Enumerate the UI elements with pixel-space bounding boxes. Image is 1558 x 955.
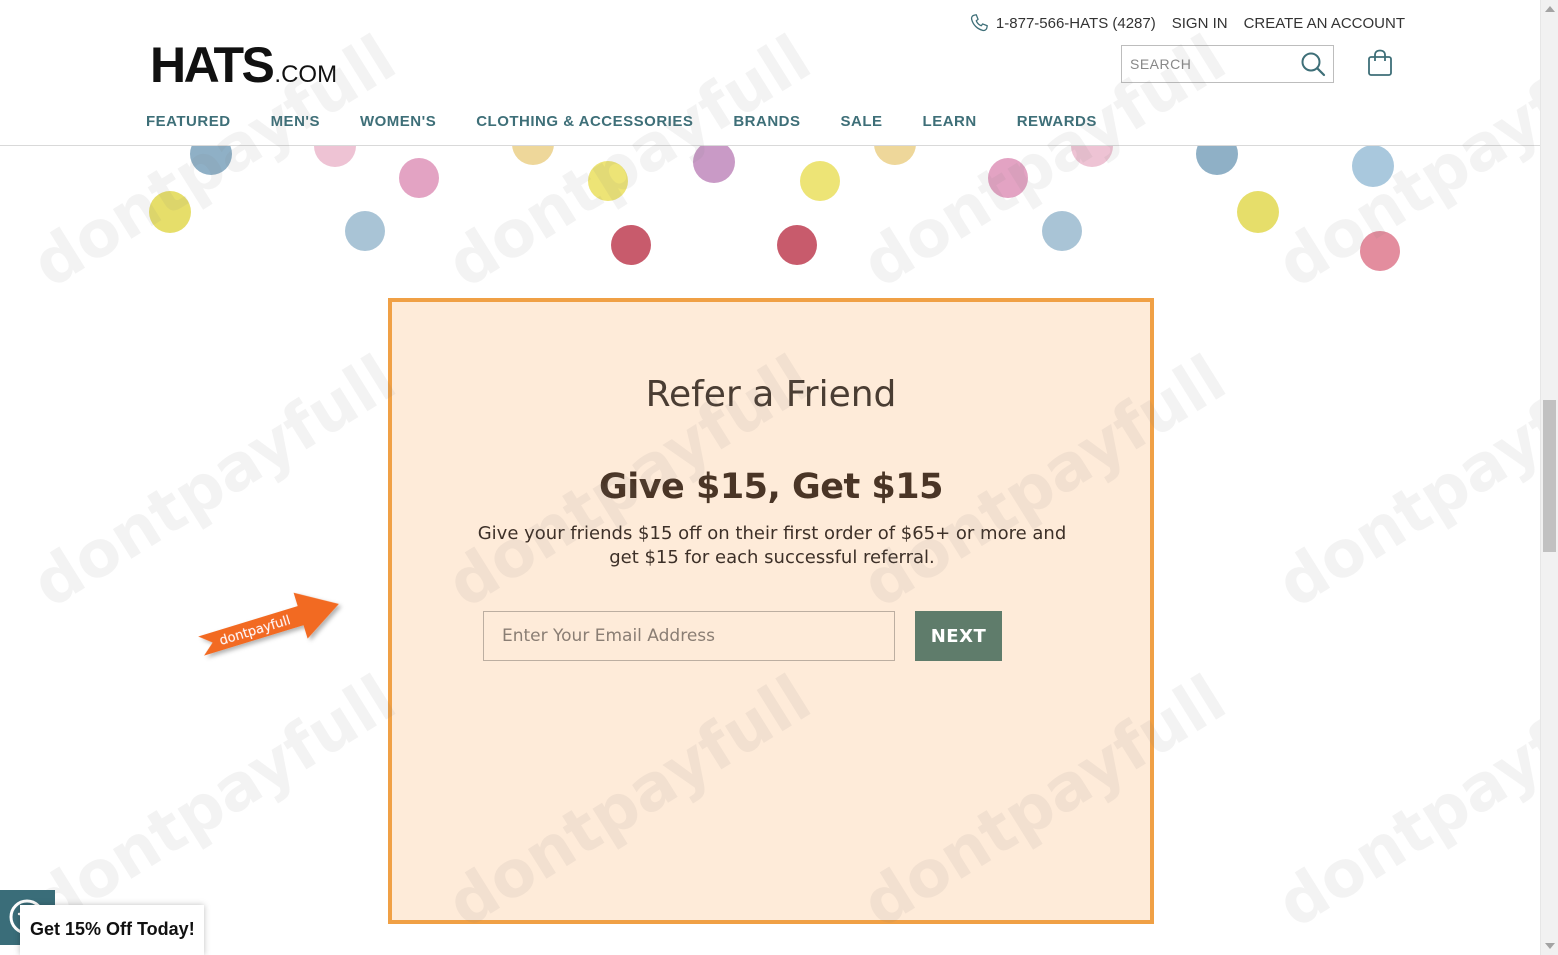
confetti-dot <box>1237 191 1279 233</box>
confetti-banner <box>0 145 1540 285</box>
next-button[interactable]: NEXT <box>915 611 1002 661</box>
scroll-up-icon[interactable] <box>1545 6 1555 12</box>
confetti-dot <box>1042 211 1082 251</box>
watermark: dontpayfull <box>1265 341 1558 623</box>
confetti-dot <box>777 225 817 265</box>
main-nav: FEATURED MEN'S WOMEN'S CLOTHING & ACCESS… <box>146 113 1097 130</box>
watermark: dontpayfull <box>20 341 409 623</box>
create-account-link[interactable]: CREATE AN ACCOUNT <box>1244 15 1405 32</box>
phone-icon <box>970 14 988 32</box>
confetti-dot <box>1360 231 1400 271</box>
page-scrollbar[interactable] <box>1540 0 1558 955</box>
arrow-badge: dontpayfull <box>198 592 339 656</box>
confetti-dot <box>399 158 439 198</box>
confetti-dot <box>874 145 916 165</box>
confetti-dot <box>149 191 191 233</box>
nav-learn[interactable]: LEARN <box>923 113 977 130</box>
nav-sale[interactable]: SALE <box>841 113 883 130</box>
nav-clothing-accessories[interactable]: CLOTHING & ACCESSORIES <box>476 113 693 130</box>
refer-description: Give your friends $15 off on their first… <box>477 523 1067 568</box>
search-box <box>1121 45 1334 83</box>
confetti-dot <box>611 225 651 265</box>
confetti-dot <box>1196 145 1238 175</box>
watermark: dontpayfull <box>20 661 409 943</box>
utility-bar: 1-877-566-HATS (4287) SIGN IN CREATE AN … <box>968 12 1405 34</box>
promo-tab[interactable]: Get 15% Off Today! <box>20 905 204 955</box>
confetti-dot <box>512 145 554 165</box>
watermark: dontpayfull <box>1265 661 1558 943</box>
scroll-down-icon[interactable] <box>1545 943 1555 949</box>
search-icon <box>1301 52 1326 77</box>
logo-suffix: .COM <box>274 61 338 88</box>
confetti-dot <box>988 158 1028 198</box>
nav-rewards[interactable]: REWARDS <box>1017 113 1097 130</box>
sign-in-link[interactable]: SIGN IN <box>1172 15 1228 32</box>
scroll-thumb[interactable] <box>1543 400 1556 552</box>
nav-mens[interactable]: MEN'S <box>271 113 320 130</box>
logo-main: HATS <box>150 37 275 93</box>
confetti-dot <box>1071 145 1113 167</box>
search-input[interactable] <box>1122 47 1293 81</box>
confetti-dot <box>314 145 356 167</box>
confetti-dot <box>800 161 840 201</box>
search-button[interactable] <box>1293 46 1333 82</box>
confetti-dot <box>1352 145 1394 187</box>
page: 1-877-566-HATS (4287) SIGN IN CREATE AN … <box>0 0 1558 955</box>
refer-friend-panel: Refer a Friend Give $15, Get $15 Give yo… <box>388 298 1154 924</box>
refer-offer-headline: Give $15, Get $15 <box>599 467 943 507</box>
nav-brands[interactable]: BRANDS <box>733 113 800 130</box>
email-field[interactable] <box>483 611 895 661</box>
nav-featured[interactable]: FEATURED <box>146 113 231 130</box>
site-logo[interactable]: HATS .COM <box>150 40 337 90</box>
shopping-bag-icon[interactable] <box>1367 49 1393 77</box>
confetti-dot <box>345 211 385 251</box>
confetti-dot <box>588 161 628 201</box>
phone-number: 1-877-566-HATS (4287) <box>995 14 1156 32</box>
phone-link[interactable]: 1-877-566-HATS (4287) <box>968 12 1156 34</box>
confetti-dot <box>693 145 735 183</box>
confetti-dot <box>190 145 232 175</box>
site-header: 1-877-566-HATS (4287) SIGN IN CREATE AN … <box>0 0 1540 146</box>
nav-womens[interactable]: WOMEN'S <box>360 113 436 130</box>
refer-title: Refer a Friend <box>645 374 897 415</box>
